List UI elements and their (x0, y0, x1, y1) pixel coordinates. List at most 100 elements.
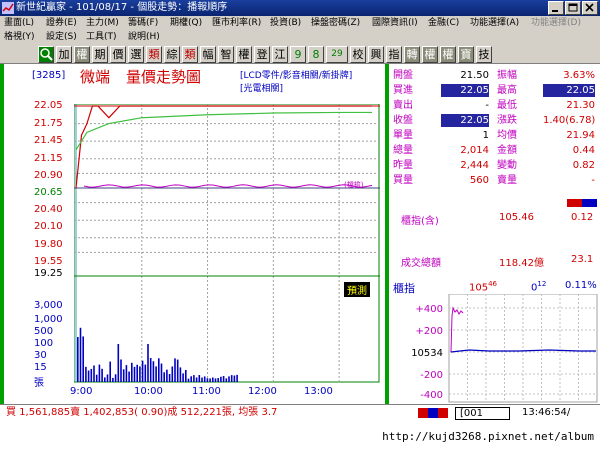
chart-frame (74, 104, 380, 383)
volume-bar (233, 375, 236, 382)
toolbar-button-15[interactable]: 8 (308, 46, 324, 63)
toolbar-button-1[interactable]: 加 (56, 46, 72, 63)
volume-bar (236, 374, 238, 382)
mini-axis-label: 10534 (411, 348, 443, 359)
toolbar-button-24[interactable]: 技 (476, 46, 492, 63)
minimize-button[interactable] (548, 1, 564, 15)
volume-tick-label: 1,000 (34, 314, 63, 325)
toolbar-button-21[interactable]: 權 (422, 46, 438, 63)
price-tick-label: 19.80 (34, 239, 63, 250)
maximize-icon (568, 3, 578, 12)
status-flag-red-icon (418, 408, 428, 418)
price-chart[interactable] (74, 104, 380, 384)
toolbar-button-13[interactable]: 江 (272, 46, 288, 63)
toolbar-button-10[interactable]: 智 (218, 46, 234, 63)
price-tick-label: 21.45 (34, 135, 63, 146)
time-tick-label: 13:00 (304, 386, 333, 397)
menu-item-settings[interactable]: 設定(S) (46, 31, 77, 44)
toolbar-button-20[interactable]: 轉 (404, 46, 420, 63)
volume-bar (203, 376, 206, 382)
turnover-value: 118.42億 (499, 258, 544, 269)
toolbar-button-23[interactable]: 寶 (458, 46, 474, 63)
volume-bar (85, 366, 87, 382)
menu-item-investment[interactable]: 投資(B) (270, 17, 301, 30)
concept-tags[interactable]: [LCD零件/影音相關/新掛牌] (240, 68, 352, 81)
quote-label: 金額 (497, 145, 517, 156)
quote-value: 22.05 (543, 84, 595, 97)
toolbar-button-14[interactable]: 9 (290, 46, 306, 63)
price-tick-label: 20.10 (34, 221, 63, 232)
app-icon (2, 2, 14, 14)
quote-label: 昨量 (393, 160, 413, 171)
volume-bar (225, 378, 228, 382)
menu-item-function-d[interactable]: 功能選擇(D) (531, 17, 581, 30)
toolbar-button-3[interactable]: 期 (92, 46, 108, 63)
quote-label: 漲跌 (497, 115, 517, 126)
menu-item-help[interactable]: 說明(H) (128, 31, 160, 44)
volume-bar (144, 364, 147, 382)
mini-index-value: 105 (469, 282, 489, 294)
volume-tick-label: 500 (34, 326, 54, 337)
menu-bar: 畫面(L) 證券(E) 主力(M) 籌碼(F) 期權(Q) 匯市利率(R) 投資… (0, 16, 600, 45)
menu-item-finance[interactable]: 金融(C) (428, 17, 459, 30)
index-label: 櫃指(含) (401, 216, 439, 227)
quote-value: 21.30 (566, 100, 595, 111)
menu-item-options[interactable]: 期權(Q) (170, 17, 202, 30)
toolbar-button-2[interactable]: 權 (74, 46, 90, 63)
toolbar-button-18[interactable]: 興 (368, 46, 384, 63)
index-box: 櫃指(含) 105.46 0.12 成交總額 118.42億 23.1 (389, 198, 600, 278)
menu-item-function-a[interactable]: 功能選擇(A) (470, 17, 519, 30)
stock-code-input[interactable]: [001 (455, 407, 510, 420)
volume-bar (101, 368, 103, 382)
volume-bar (125, 365, 128, 382)
menu-item-international[interactable]: 國際資訊(I) (372, 17, 418, 30)
quote-value: 22.05 (441, 114, 489, 127)
close-button[interactable] (582, 1, 598, 15)
toolbar-button-11[interactable]: 權 (236, 46, 252, 63)
price-tick-label: 20.40 (34, 204, 63, 215)
menu-item-view[interactable]: 格視(Y) (4, 31, 35, 44)
volume-bar (212, 377, 214, 382)
quote-value: 1 (482, 130, 489, 141)
menu-item-major[interactable]: 主力(M) (86, 17, 119, 30)
maximize-button[interactable] (565, 1, 581, 15)
price-volume-chart-panel: [3285] 微端 量價走勢圖 [LCD零件/影音相關/新掛牌] [光電相關] … (0, 64, 385, 404)
concept-tags-2[interactable]: [光電相關] (240, 81, 283, 94)
volume-bar (193, 375, 195, 382)
volume-bar (179, 367, 182, 382)
toolbar-button-5[interactable]: 選 (128, 46, 144, 63)
volume-bar (128, 371, 130, 382)
toolbar-button-19[interactable]: 指 (386, 46, 402, 63)
price-tick-label: 19.55 (34, 256, 63, 267)
index-mini-chart[interactable]: 櫃指 10546 012 0.11% +400 +200 10534 -200 -400 (389, 278, 600, 404)
toolbar-button-4[interactable]: 價 (110, 46, 126, 63)
toolbar-button-9[interactable]: 幅 (200, 46, 216, 63)
toolbar-button-12[interactable]: 登 (254, 46, 270, 63)
toolbar-button-17[interactable]: 校 (350, 46, 366, 63)
volume-bar (133, 366, 136, 382)
menu-item-screen[interactable]: 畫面(L) (4, 17, 34, 30)
volume-bar (209, 378, 211, 382)
menu-item-trading-code[interactable]: 操盤密碼(Z) (311, 17, 360, 30)
close-icon (585, 3, 594, 12)
quote-label: 振幅 (497, 70, 517, 81)
toolbar-button-7[interactable]: 綜 (164, 46, 180, 63)
volume-bar (187, 378, 190, 382)
volume-bar (228, 376, 230, 382)
menu-item-chips[interactable]: 籌碼(F) (128, 17, 158, 30)
volume-bar (131, 362, 133, 382)
menu-item-securities[interactable]: 證券(E) (46, 17, 77, 30)
toolbar-button-16[interactable]: 29 (326, 46, 348, 63)
forecast-tag: 預測 (344, 282, 370, 297)
toolbar-button-6[interactable]: 類 (146, 46, 162, 63)
volume-bar (90, 368, 93, 382)
volume-bar (168, 373, 171, 382)
menu-item-fx-rates[interactable]: 匯市利率(R) (212, 17, 261, 30)
menu-item-tools[interactable]: 工具(T) (86, 31, 117, 44)
search-button[interactable] (38, 46, 54, 63)
toolbar-button-22[interactable]: 權 (440, 46, 456, 63)
quote-label: 買進 (393, 85, 413, 96)
toolbar-button-8[interactable]: 類 (182, 46, 198, 63)
turnover-extra: 23.1 (571, 254, 594, 265)
quote-value: 0.82 (572, 160, 595, 171)
